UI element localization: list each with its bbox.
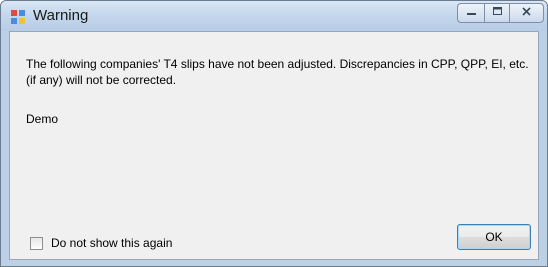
maximize-button[interactable] — [484, 3, 510, 23]
company-name: Demo — [26, 112, 59, 126]
minimize-button[interactable] — [457, 3, 484, 23]
ok-button[interactable]: OK — [457, 224, 531, 250]
do-not-show-again-checkbox[interactable] — [30, 236, 43, 250]
minimize-icon — [466, 4, 477, 22]
dialog-body: The following companies' T4 slips have n… — [9, 31, 539, 260]
maximize-icon — [492, 4, 503, 22]
warning-message: The following companies' T4 slips have n… — [26, 57, 529, 87]
do-not-show-again-checkbox-row[interactable]: Do not show this again — [30, 235, 172, 251]
title-bar[interactable]: Warning — [1, 1, 547, 31]
close-button[interactable] — [510, 3, 544, 23]
app-icon — [10, 9, 26, 25]
window-title: Warning — [33, 7, 89, 24]
do-not-show-again-label[interactable]: Do not show this again — [51, 236, 172, 250]
warning-dialog-window: Warning The following companies' T4 slip… — [0, 0, 548, 267]
close-icon — [521, 4, 532, 22]
